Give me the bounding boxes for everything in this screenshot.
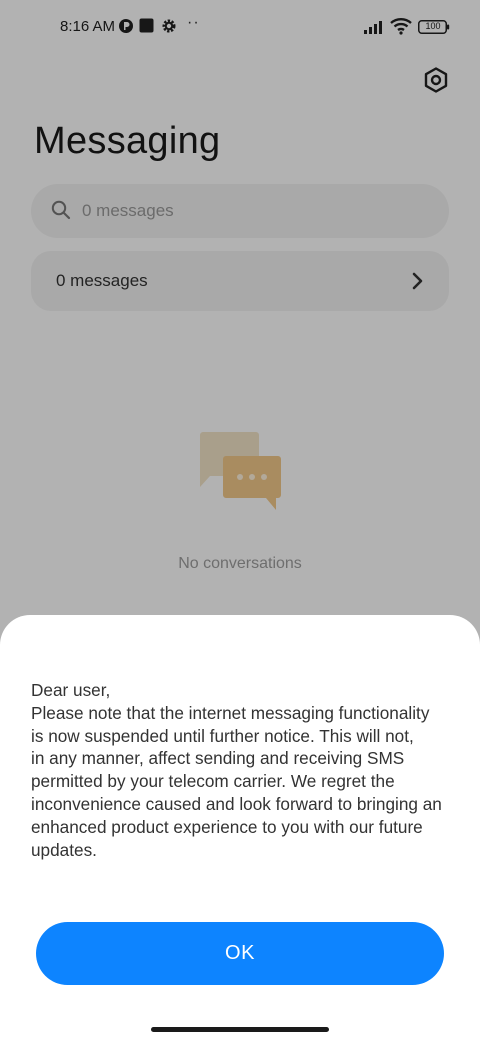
home-indicator[interactable] xyxy=(151,1027,329,1032)
notice-dialog: Dear user, Please note that the internet… xyxy=(0,615,480,1040)
dialog-line: is now suspended until further notice. T… xyxy=(31,725,414,746)
ok-button[interactable]: OK xyxy=(36,922,444,985)
dialog-line: updates. xyxy=(31,839,97,860)
messaging-screen: 8:16 AM ·· 100 Messaging 0 messages 0 me… xyxy=(0,0,480,1040)
dialog-line: permitted by your telecom carrier. We re… xyxy=(31,771,395,792)
dialog-line: Dear user, xyxy=(31,680,111,700)
dialog-line: Please note that the internet messaging … xyxy=(31,702,430,723)
dialog-line: inconvenience caused and look forward to… xyxy=(31,793,442,814)
dialog-line: enhanced product experience to you with … xyxy=(31,816,423,837)
dialog-line: in any manner, affect sending and receiv… xyxy=(31,748,405,769)
dialog-message: Dear user, Please note that the internet… xyxy=(31,679,471,861)
